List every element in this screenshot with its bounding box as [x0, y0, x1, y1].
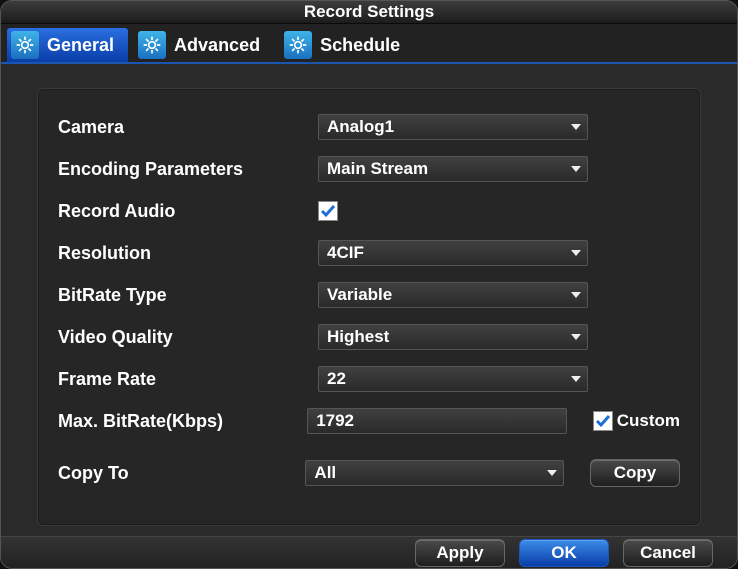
- custom-label: Custom: [617, 411, 680, 431]
- camera-label: Camera: [58, 117, 318, 138]
- row-camera: Camera Analog1: [58, 113, 680, 141]
- chevron-down-icon: [571, 250, 581, 256]
- custom-checkbox[interactable]: [593, 411, 613, 431]
- frame-rate-value: 22: [327, 369, 346, 389]
- row-record-audio: Record Audio: [58, 197, 680, 225]
- resolution-value: 4CIF: [327, 243, 364, 263]
- cancel-button-label: Cancel: [640, 543, 696, 563]
- tab-label: Schedule: [320, 35, 400, 56]
- frame-rate-select[interactable]: 22: [318, 366, 588, 392]
- chevron-down-icon: [547, 470, 557, 476]
- tab-advanced[interactable]: Advanced: [134, 28, 274, 62]
- chevron-down-icon: [571, 292, 581, 298]
- tab-label: General: [47, 35, 114, 56]
- form-panel: Camera Analog1 Encoding Parameters Main …: [37, 88, 701, 526]
- max-bitrate-input[interactable]: [307, 408, 567, 434]
- apply-button[interactable]: Apply: [415, 539, 505, 567]
- content-area: Camera Analog1 Encoding Parameters Main …: [1, 64, 737, 536]
- copy-to-select[interactable]: All: [305, 460, 564, 486]
- row-copy-to: Copy To All Copy: [58, 459, 680, 487]
- bitrate-type-label: BitRate Type: [58, 285, 318, 306]
- gear-icon: [138, 31, 166, 59]
- record-audio-checkbox[interactable]: [318, 201, 338, 221]
- window-title: Record Settings: [304, 2, 434, 22]
- chevron-down-icon: [571, 166, 581, 172]
- encoding-value: Main Stream: [327, 159, 428, 179]
- record-audio-label: Record Audio: [58, 201, 318, 222]
- chevron-down-icon: [571, 376, 581, 382]
- max-bitrate-extra: Custom: [593, 411, 680, 431]
- record-settings-window: Record Settings General Advanced Schedul…: [0, 0, 738, 569]
- video-quality-select[interactable]: Highest: [318, 324, 588, 350]
- cancel-button[interactable]: Cancel: [623, 539, 713, 567]
- row-frame-rate: Frame Rate 22: [58, 365, 680, 393]
- title-bar: Record Settings: [1, 1, 737, 24]
- copy-button-label: Copy: [614, 463, 657, 483]
- copy-to-label: Copy To: [58, 463, 305, 484]
- row-max-bitrate: Max. BitRate(Kbps) Custom: [58, 407, 680, 435]
- tab-schedule[interactable]: Schedule: [280, 28, 414, 62]
- camera-value: Analog1: [327, 117, 394, 137]
- ok-button-label: OK: [551, 543, 577, 563]
- resolution-select[interactable]: 4CIF: [318, 240, 588, 266]
- encoding-select[interactable]: Main Stream: [318, 156, 588, 182]
- tab-general[interactable]: General: [7, 28, 128, 62]
- camera-select[interactable]: Analog1: [318, 114, 588, 140]
- copy-to-extra: Copy: [590, 459, 680, 487]
- video-quality-label: Video Quality: [58, 327, 318, 348]
- row-resolution: Resolution 4CIF: [58, 239, 680, 267]
- tab-label: Advanced: [174, 35, 260, 56]
- chevron-down-icon: [571, 334, 581, 340]
- video-quality-value: Highest: [327, 327, 389, 347]
- gear-icon: [11, 31, 39, 59]
- chevron-down-icon: [571, 124, 581, 130]
- resolution-label: Resolution: [58, 243, 318, 264]
- gear-icon: [284, 31, 312, 59]
- row-encoding: Encoding Parameters Main Stream: [58, 155, 680, 183]
- copy-button[interactable]: Copy: [590, 459, 680, 487]
- max-bitrate-label: Max. BitRate(Kbps): [58, 411, 307, 432]
- ok-button[interactable]: OK: [519, 539, 609, 567]
- row-video-quality: Video Quality Highest: [58, 323, 680, 351]
- row-bitrate-type: BitRate Type Variable: [58, 281, 680, 309]
- dialog-footer: Apply OK Cancel: [1, 536, 737, 568]
- copy-to-value: All: [314, 463, 336, 483]
- encoding-label: Encoding Parameters: [58, 159, 318, 180]
- frame-rate-label: Frame Rate: [58, 369, 318, 390]
- tab-bar: General Advanced Schedule: [1, 24, 737, 64]
- bitrate-type-value: Variable: [327, 285, 392, 305]
- bitrate-type-select[interactable]: Variable: [318, 282, 588, 308]
- apply-button-label: Apply: [436, 543, 483, 563]
